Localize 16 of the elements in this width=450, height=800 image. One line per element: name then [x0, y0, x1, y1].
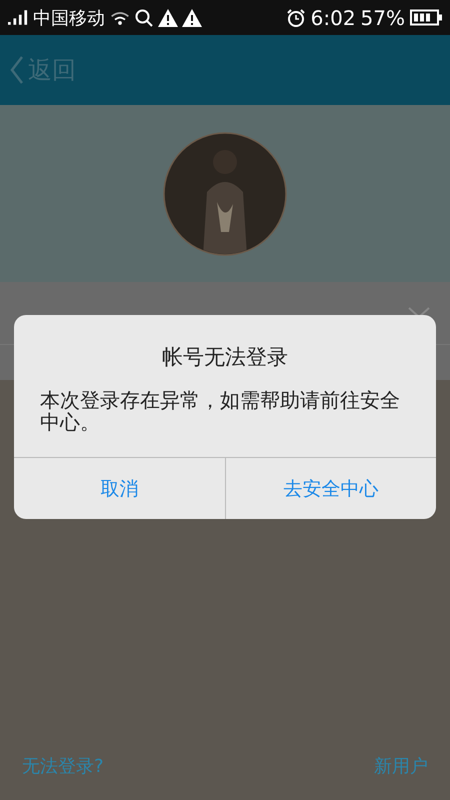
footer-link[interactable]: 无法登录? [22, 754, 104, 778]
dialog-button[interactable]: 取消 [14, 458, 224, 519]
footer-link[interactable]: 新用户 [374, 754, 428, 778]
battery-icon [410, 9, 442, 26]
signal-icon [8, 10, 28, 25]
alarm-icon [286, 8, 306, 26]
warning-icon [158, 8, 178, 26]
dialog-button[interactable]: 去安全中心 [224, 458, 436, 519]
clock-time: 6:02 [310, 6, 356, 30]
battery-percent: 57% [360, 6, 405, 30]
search-icon [134, 8, 154, 26]
carrier-name: 中国移动 [33, 6, 105, 30]
warning-icon [182, 8, 202, 26]
dialog-message: 本次登录存在异常，如需帮助请前往安全中心。 [40, 389, 401, 436]
dialog-title: 帐号无法登录 [161, 344, 289, 371]
back-chevron-icon [10, 55, 24, 85]
